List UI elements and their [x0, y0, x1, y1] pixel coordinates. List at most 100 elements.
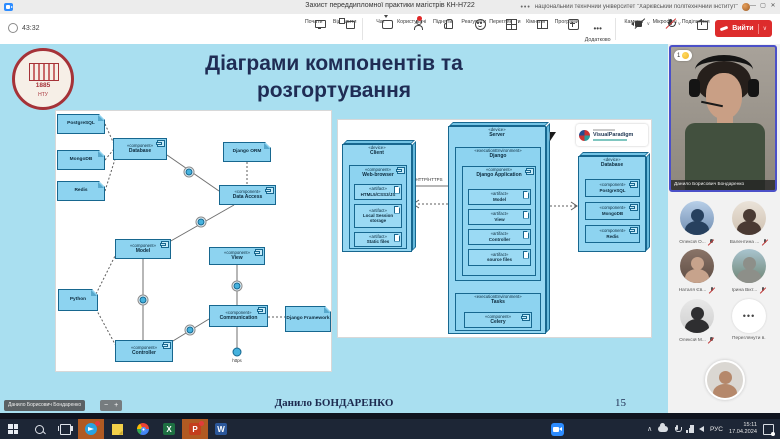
component-diagram-panel: PostgreSQL MongoDB Redis «component»Data…: [55, 110, 332, 372]
word-icon: W: [215, 423, 227, 435]
system-tray: ∧ РУС 15:11 17.04.2024: [647, 422, 780, 436]
speaker-name-label: Данило Борисович Бондаренко: [671, 180, 775, 190]
note-django-framework: Django Framework: [285, 306, 331, 332]
artifact-model: «artifact»Model: [468, 189, 531, 205]
taskbar-app-zoom[interactable]: [544, 419, 570, 439]
task-view-button[interactable]: [52, 419, 78, 439]
rooms-button[interactable]: Кімнати: [520, 15, 551, 25]
detach-button[interactable]: Відділити: [329, 15, 360, 25]
task-view-icon: [60, 424, 71, 435]
interface-label-https: https: [224, 358, 250, 363]
volume-icon[interactable]: [699, 426, 704, 432]
zoom-out-button[interactable]: −: [104, 400, 108, 411]
component-mongodb: «component»MongoDB: [585, 202, 640, 220]
artifact-html5: «artifact»HTML5/CSS3/JS: [354, 184, 402, 200]
chat-button[interactable]: Чат: [365, 15, 396, 25]
mic-muted-icon: [761, 238, 768, 246]
tray-chevron-icon[interactable]: ∧: [647, 425, 652, 433]
camera-button[interactable]: ∨ Камера: [618, 15, 649, 25]
component-icon: [630, 204, 638, 211]
meeting-toolbar: 43:32 Почати Відділити Чат Користувачі: [0, 14, 780, 45]
active-speaker-video[interactable]: 1 Данило Борисович Бондаренко: [669, 45, 777, 192]
participant-tile[interactable]: Олексій М...: [674, 299, 720, 344]
taskbar-app-excel[interactable]: X: [156, 419, 182, 439]
search-icon: [35, 425, 44, 434]
component-icon: [157, 140, 165, 147]
environment-tasks: «executionEnvironment»Tasks «component»C…: [455, 293, 541, 331]
participant-tile[interactable]: Валентина ...: [726, 201, 772, 246]
artifact-icon: [394, 234, 401, 242]
link-label-http: HTTP/HTTPS: [408, 177, 450, 182]
component-postgresql: «component»PostgreSQL: [585, 179, 640, 197]
start-button[interactable]: [0, 419, 26, 439]
participant-tile[interactable]: Наталя Єв...: [674, 249, 720, 294]
taskbar-app-chrome[interactable]: [130, 419, 156, 439]
component-icon: [526, 168, 534, 175]
component-icon: [397, 167, 405, 174]
onedrive-icon[interactable]: [658, 426, 668, 432]
note-django-orm: Django ORM: [223, 142, 271, 162]
avatar: [705, 360, 745, 400]
close-button[interactable]: ✕: [768, 0, 778, 13]
toolbar-divider: [362, 18, 363, 40]
note-python: Python: [58, 289, 98, 311]
recording-indicator[interactable]: 43:32: [8, 23, 40, 33]
note-postgresql: PostgreSQL: [57, 114, 105, 134]
node-database: «device»Database «component»PostgreSQL «…: [578, 156, 646, 252]
share-button[interactable]: Поділитися: [680, 15, 711, 25]
apps-button[interactable]: Програми: [551, 15, 582, 25]
reaction-badge: 1: [674, 50, 692, 61]
tray-mic-icon[interactable]: [674, 425, 680, 434]
raise-hand-button[interactable]: Підняти: [427, 15, 458, 25]
more-participants-icon[interactable]: •••: [732, 299, 766, 333]
taskbar-app-notes[interactable]: [104, 419, 130, 439]
clock[interactable]: 15:11 17.04.2024: [729, 422, 757, 436]
participant-tile[interactable]: Ірина Вікт...: [726, 249, 772, 294]
windows-logo-icon: [8, 424, 18, 434]
participants-button[interactable]: Користувачі: [396, 15, 427, 25]
more-button[interactable]: ••• Додатково: [582, 15, 613, 43]
language-label[interactable]: РУС: [710, 426, 723, 433]
taskbar-app-powerpoint[interactable]: P: [182, 419, 208, 439]
taskbar-app-word[interactable]: W: [208, 419, 234, 439]
recording-time: 43:32: [22, 25, 40, 32]
component-redis: «component»Redis: [585, 225, 640, 243]
view-button[interactable]: Переглянути: [489, 15, 520, 25]
minimize-button[interactable]: —: [748, 0, 758, 13]
excel-icon: X: [163, 423, 175, 435]
mic-button[interactable]: ∨ Мікрофон: [649, 15, 680, 25]
node-client: «device»Client «component»Web-browser «a…: [342, 144, 412, 252]
participants-sidebar: 1 Данило Борисович Бондаренко Олексій О.…: [668, 44, 780, 413]
zoom-in-button[interactable]: +: [114, 400, 118, 411]
component-icon: [161, 241, 169, 248]
component-icon: [522, 314, 530, 321]
component-data-access: «component»Data Access: [219, 185, 276, 205]
avatar: [732, 201, 766, 235]
artifact-local-session-storage: «artifact»Local Session storage: [354, 204, 402, 228]
participant-tile[interactable]: [705, 360, 745, 400]
react-button[interactable]: Реагувати: [458, 15, 489, 25]
slide-title: Діаграми компонентів та розгортування: [60, 50, 608, 105]
toolbar-divider: [615, 18, 616, 40]
component-communication: «component»Communication: [209, 305, 268, 327]
leave-chevron-icon[interactable]: ∨: [758, 24, 767, 34]
component-icon: [163, 342, 171, 349]
component-celery: «component»Celery: [464, 312, 532, 328]
action-center-icon[interactable]: [763, 424, 774, 435]
search-button[interactable]: [26, 419, 52, 439]
window-titlebar: Захист переддипломної практики магістрів…: [0, 0, 780, 15]
participant-tile[interactable]: Олексій О...: [674, 201, 720, 246]
titlebar-more-icon[interactable]: •••: [520, 4, 530, 11]
notification-dot: [95, 421, 100, 426]
taskbar-app-telegram[interactable]: [78, 419, 104, 439]
start-button[interactable]: Почати: [298, 15, 329, 25]
artifact-icon: [523, 211, 530, 219]
maximize-button[interactable]: ▢: [758, 0, 768, 13]
leave-button[interactable]: Вийти ∨: [715, 20, 772, 37]
component-model: «component»Model: [115, 239, 171, 259]
mouse-cursor: [550, 132, 556, 141]
artifact-view: «artifact»View: [468, 209, 531, 225]
component-django-application: «component»Django Application «artifact»…: [462, 166, 536, 276]
component-icon: [630, 181, 638, 188]
view-all-participants[interactable]: ••• Переглянути в...: [726, 299, 772, 341]
